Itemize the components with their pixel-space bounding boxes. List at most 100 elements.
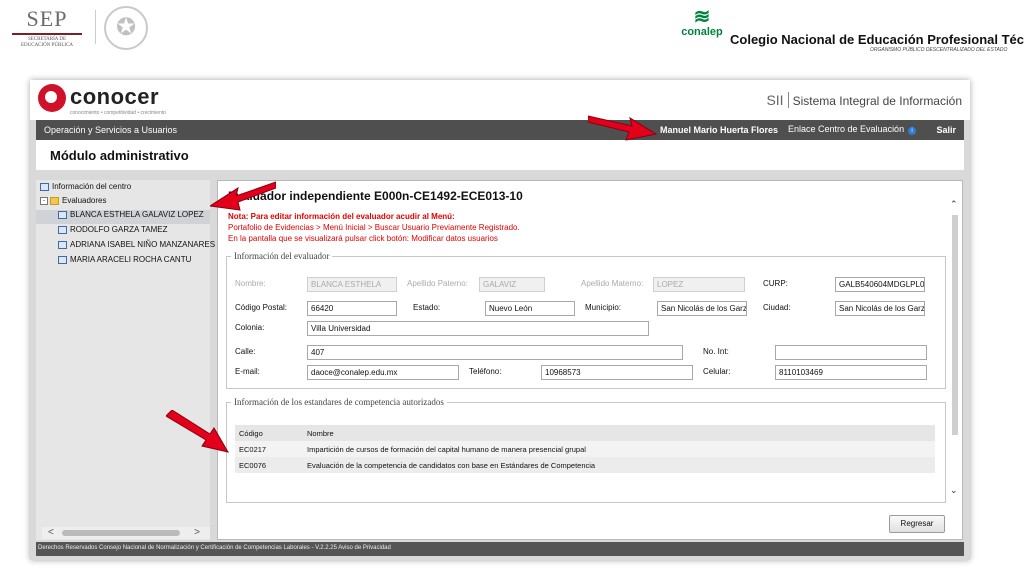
telefono-label: Teléfono: xyxy=(469,367,502,376)
header-nombre[interactable]: Nombre xyxy=(303,425,935,441)
annotation-arrow-icon xyxy=(166,410,230,453)
panel-vertical-scrollbar[interactable]: ⌃ ⌄ xyxy=(950,199,960,499)
evaluator-info-legend: Información del evaluador xyxy=(234,251,330,261)
document-icon xyxy=(40,182,49,191)
tree-item-evaluators[interactable]: - Evaluadores xyxy=(40,196,106,210)
celular-label: Celular: xyxy=(703,367,731,376)
codigo-postal-field[interactable]: 66420 xyxy=(307,301,397,316)
scroll-down-icon[interactable]: ⌄ xyxy=(950,485,958,496)
tree-horizontal-scrollbar[interactable]: < > xyxy=(42,527,210,539)
nombre-field[interactable]: BLANCA ESTHELA xyxy=(307,277,397,292)
document-icon xyxy=(58,225,67,234)
ciudad-label: Ciudad: xyxy=(763,303,791,312)
tree-item-evaluator[interactable]: MARIA ARACELI ROCHA CANTU xyxy=(58,255,191,269)
nombre-label: Nombre: xyxy=(235,279,266,288)
document-icon xyxy=(58,240,67,249)
sep-rule xyxy=(12,33,82,35)
colonia-field[interactable]: Villa Universidad xyxy=(307,321,649,336)
scroll-thumb[interactable] xyxy=(62,530,180,536)
apellido-paterno-label: Apellido Paterno: xyxy=(407,279,468,288)
no-int-field[interactable] xyxy=(775,345,927,360)
standard-name: Impartición de cursos de formación del c… xyxy=(303,441,935,457)
scroll-thumb[interactable] xyxy=(952,215,958,435)
curp-field[interactable]: GALB540604MDGLPL0 xyxy=(835,277,925,292)
ciudad-field[interactable]: San Nicolás de los Garza xyxy=(835,301,925,316)
no-int-label: No. Int: xyxy=(703,347,729,356)
scroll-left-icon[interactable]: < xyxy=(48,527,54,538)
municipio-field[interactable]: San Nicolás de los Garza xyxy=(657,301,747,316)
note-line-3: En la pantalla que se visualizará pulsar… xyxy=(228,234,498,243)
celular-field[interactable]: 8110103469 xyxy=(775,365,927,380)
nav-center-link[interactable]: Enlace Centro de Evaluación i xyxy=(788,124,917,135)
tree-item-evaluator[interactable]: RODOLFO GARZA TAMEZ xyxy=(58,225,168,239)
apellido-paterno-field[interactable]: GALAVIZ xyxy=(479,277,545,292)
municipio-label: Municipio: xyxy=(585,303,622,312)
conalep-title: Colegio Nacional de Educación Profesiona… xyxy=(730,32,1024,47)
note-line-1: Nota: Para editar información del evalua… xyxy=(228,212,455,221)
tree-item-evaluator[interactable]: ADRIANA ISABEL NIÑO MANZANARES xyxy=(58,240,215,254)
regresar-button[interactable]: Regresar xyxy=(889,515,945,533)
standards-fieldset: Información de los estandares de compete… xyxy=(226,397,946,503)
conocer-wordmark: conocer xyxy=(70,84,160,109)
info-icon[interactable]: i xyxy=(908,127,917,135)
collapse-icon[interactable]: - xyxy=(40,196,48,205)
tree-item-label: BLANCA ESTHELA GALAVIZ LOPEZ xyxy=(70,210,204,219)
app-header: conocer conocimiento • competitividad • … xyxy=(30,80,970,120)
edit-note: Nota: Para editar información del evalua… xyxy=(228,211,520,244)
calle-field[interactable]: 407 xyxy=(307,345,683,360)
table-row[interactable]: EC0217 Impartición de cursos de formació… xyxy=(235,441,935,457)
module-header: Módulo administrativo xyxy=(36,140,964,170)
conalep-wordmark: conalep xyxy=(681,26,723,38)
email-field[interactable]: daoce@conalep.edu.mx xyxy=(307,365,459,380)
conalep-mark-icon: ≋ xyxy=(693,6,711,28)
evaluator-tree: Información del centro - Evaluadores BLAN… xyxy=(36,180,215,540)
apellido-materno-field[interactable]: LOPEZ xyxy=(653,277,745,292)
codigo-postal-label: Código Postal: xyxy=(235,303,288,312)
tree-item-center-info[interactable]: Información del centro xyxy=(40,182,131,196)
tree-item-evaluator-selected[interactable]: BLANCA ESTHELA GALAVIZ LOPEZ xyxy=(36,210,210,224)
calle-label: Calle: xyxy=(235,347,256,356)
system-name: SII Sistema Integral de Información xyxy=(766,92,962,108)
app-window: conocer conocimiento • competitividad • … xyxy=(30,80,970,560)
sep-logo: SEP SECRETARÍA DE EDUCACIÓN PÚBLICA xyxy=(6,8,88,49)
telefono-field[interactable]: 10968573 xyxy=(541,365,693,380)
estado-field[interactable]: Nuevo León xyxy=(485,301,575,316)
scroll-up-icon[interactable]: ⌃ xyxy=(950,199,958,210)
system-short: SII xyxy=(766,92,789,108)
tree-item-label: MARIA ARACELI ROCHA CANTU xyxy=(70,255,192,264)
module-title: Módulo administrativo xyxy=(50,148,189,163)
email-label: E-mail: xyxy=(235,367,260,376)
header-divider xyxy=(95,10,96,44)
nav-user-name[interactable]: Manuel Mario Huerta Flores xyxy=(660,125,778,135)
conocer-logo-icon xyxy=(38,84,66,112)
mexico-seal-icon: ✪ xyxy=(104,6,148,50)
standard-code: EC0217 xyxy=(235,441,303,457)
nav-operations-link[interactable]: Operación y Servicios a Usuarios xyxy=(44,125,177,135)
conalep-subtitle: ORGANISMO PÚBLICO DESCENTRALIZADO DEL ES… xyxy=(870,47,1008,53)
tree-item-label: RODOLFO GARZA TAMEZ xyxy=(70,225,168,234)
apellido-materno-label: Apellido Materno: xyxy=(581,279,644,288)
nav-center-label: Enlace Centro de Evaluación xyxy=(788,124,905,134)
system-full-name: Sistema Integral de Información xyxy=(792,94,962,108)
annotation-arrow-icon xyxy=(588,115,658,141)
header-codigo[interactable]: Código xyxy=(235,425,303,441)
conalep-logo: ≋ conalep xyxy=(680,6,724,38)
evaluator-info-fieldset: Información del evaluador Nombre: BLANCA… xyxy=(226,251,946,389)
table-header-row: Código Nombre xyxy=(235,425,935,441)
colonia-label: Colonia: xyxy=(235,323,265,332)
annotation-arrow-icon xyxy=(210,181,276,211)
document-icon xyxy=(58,210,67,219)
footer-text: Derechos Reservados Consejo Nacional de … xyxy=(38,545,391,551)
scroll-right-icon[interactable]: > xyxy=(194,527,200,538)
sep-line2: EDUCACIÓN PÚBLICA xyxy=(20,43,74,48)
logout-link[interactable]: Salir xyxy=(936,125,956,135)
standards-table: Código Nombre EC0217 Impartición de curs… xyxy=(235,425,935,473)
table-row[interactable]: EC0076 Evaluación de la competencia de c… xyxy=(235,457,935,473)
standard-name: Evaluación de la competencia de candidat… xyxy=(303,457,935,473)
sep-title: SEP xyxy=(26,6,68,31)
estado-label: Estado: xyxy=(413,303,441,312)
conocer-tagline: conocimiento • competitividad • crecimie… xyxy=(70,110,167,116)
standards-legend: Información de los estandares de compete… xyxy=(234,397,444,407)
tree-item-label: ADRIANA ISABEL NIÑO MANZANARES xyxy=(70,240,216,249)
document-icon xyxy=(58,255,67,264)
